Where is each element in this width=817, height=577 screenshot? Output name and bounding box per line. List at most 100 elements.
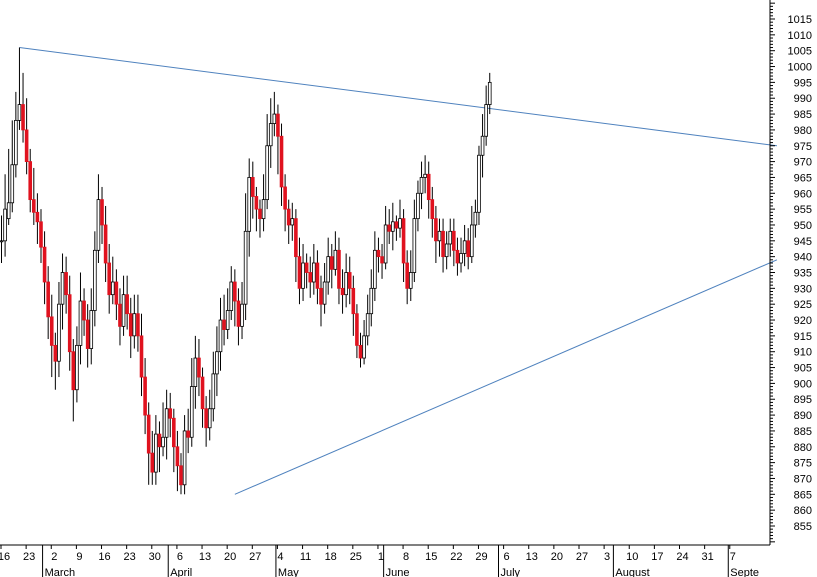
- candle-body-up: [487, 81, 492, 105]
- candle-body-up: [322, 281, 327, 305]
- candle-body-down: [186, 430, 190, 438]
- candle-body-down: [42, 246, 47, 283]
- candle-body-down: [49, 316, 54, 346]
- candle-body-down: [233, 281, 237, 302]
- candle-body-up: [473, 211, 478, 226]
- candle-body-up: [408, 272, 413, 289]
- candle-body-down: [304, 262, 309, 273]
- candle-body-down: [308, 272, 313, 283]
- candle-body-up: [416, 192, 420, 220]
- x-tick-label: 15: [425, 551, 437, 563]
- candle-body-up: [17, 104, 22, 121]
- candle-body-up: [484, 104, 488, 137]
- candle-body-up: [362, 335, 366, 359]
- x-tick-label: 25: [350, 551, 362, 563]
- candle-body-down: [355, 313, 359, 346]
- candle-body-down: [286, 208, 291, 226]
- candle-body-down: [67, 294, 72, 353]
- y-tick-label: 915: [794, 331, 812, 343]
- x-tick-label: 11: [300, 551, 311, 563]
- candle-body-down: [337, 249, 341, 289]
- month-label: Septe: [730, 567, 759, 577]
- candle-body-down: [200, 376, 205, 410]
- candle-body-down: [35, 211, 40, 223]
- y-tick-label: 910: [794, 347, 812, 359]
- candle-body-up: [369, 287, 374, 315]
- candle-body-up: [164, 408, 169, 438]
- candle-body-up: [459, 253, 463, 264]
- candle-body-down: [107, 262, 112, 296]
- candle-body-down: [150, 452, 155, 473]
- candle-body-down: [71, 351, 76, 391]
- candle-body-up: [290, 218, 295, 226]
- candle-body-up: [225, 310, 230, 330]
- candle-body-down: [466, 240, 470, 258]
- candle-body-down: [430, 199, 435, 220]
- candle-body-down: [128, 313, 133, 337]
- candle-body-up: [412, 218, 417, 273]
- candle-body-up: [477, 154, 481, 213]
- y-tick-label: 880: [794, 442, 812, 454]
- candle-body-up: [78, 300, 83, 346]
- x-tick-label: 3: [604, 551, 610, 563]
- candle-body-up: [365, 313, 370, 337]
- y-tick-label: 885: [794, 426, 812, 438]
- candle-body-down: [82, 300, 86, 321]
- candle-body-down: [204, 408, 208, 429]
- x-tick-label: 2: [51, 551, 57, 563]
- candle-body-up: [215, 351, 219, 375]
- y-tick-label: 985: [794, 109, 812, 121]
- candle-body-down: [351, 287, 356, 315]
- candle-body-up: [14, 120, 18, 166]
- candle-body-down: [380, 256, 384, 264]
- month-label: July: [501, 567, 521, 577]
- candle-body-down: [197, 357, 201, 378]
- y-tick-label: 960: [794, 188, 812, 200]
- candle-body-up: [462, 240, 467, 254]
- candle-body-down: [294, 218, 298, 258]
- x-tick-label: 13: [526, 551, 538, 563]
- candle-body-down: [455, 249, 460, 264]
- candle-body-up: [272, 113, 277, 124]
- candle-body-up: [240, 303, 244, 327]
- month-label: May: [278, 567, 299, 577]
- candle-body-up: [243, 230, 248, 305]
- candle-body-up: [182, 430, 187, 486]
- candle-body-up: [154, 433, 158, 473]
- x-tick-label: 24: [676, 551, 688, 563]
- candle-body-down: [279, 135, 284, 188]
- y-tick-label: 975: [794, 141, 812, 153]
- candle-body-down: [53, 344, 58, 362]
- candle-body-up: [391, 221, 395, 232]
- y-tick-label: 970: [794, 157, 812, 169]
- candle-body-down: [46, 281, 50, 318]
- candle-body-up: [3, 208, 7, 242]
- candle-body-down: [340, 287, 345, 296]
- x-tick-label: 7: [730, 551, 736, 563]
- candle-body-down: [32, 199, 36, 213]
- month-label: March: [45, 567, 76, 577]
- candle-body-up: [110, 281, 115, 296]
- candle-body-down: [358, 344, 363, 359]
- candle-body-down: [376, 249, 381, 258]
- candle-body-down: [236, 300, 241, 327]
- candle-body-up: [0, 240, 4, 243]
- y-axis: 855 860 865 870 875 880 885 890 895 900 905 910 915 9…: [770, 2, 812, 543]
- candle-body-down: [452, 230, 456, 251]
- x-tick-label: 10: [626, 551, 638, 563]
- candle-body-down: [157, 433, 162, 448]
- y-tick-label: 965: [794, 172, 812, 184]
- y-tick-label: 980: [794, 125, 812, 137]
- candle-body-up: [93, 249, 97, 311]
- y-tick-label: 895: [794, 394, 812, 406]
- candle-body-down: [64, 272, 68, 296]
- candle-body-up: [229, 281, 234, 311]
- plot-background: [0, 0, 770, 545]
- x-tick-label: 18: [325, 551, 337, 563]
- candle-body-up: [121, 294, 126, 327]
- candle-body-up: [312, 262, 316, 283]
- candle-body-down: [168, 408, 173, 419]
- month-label: April: [170, 567, 192, 577]
- candle-body-up: [448, 230, 453, 245]
- x-tick-label: 30: [149, 551, 161, 563]
